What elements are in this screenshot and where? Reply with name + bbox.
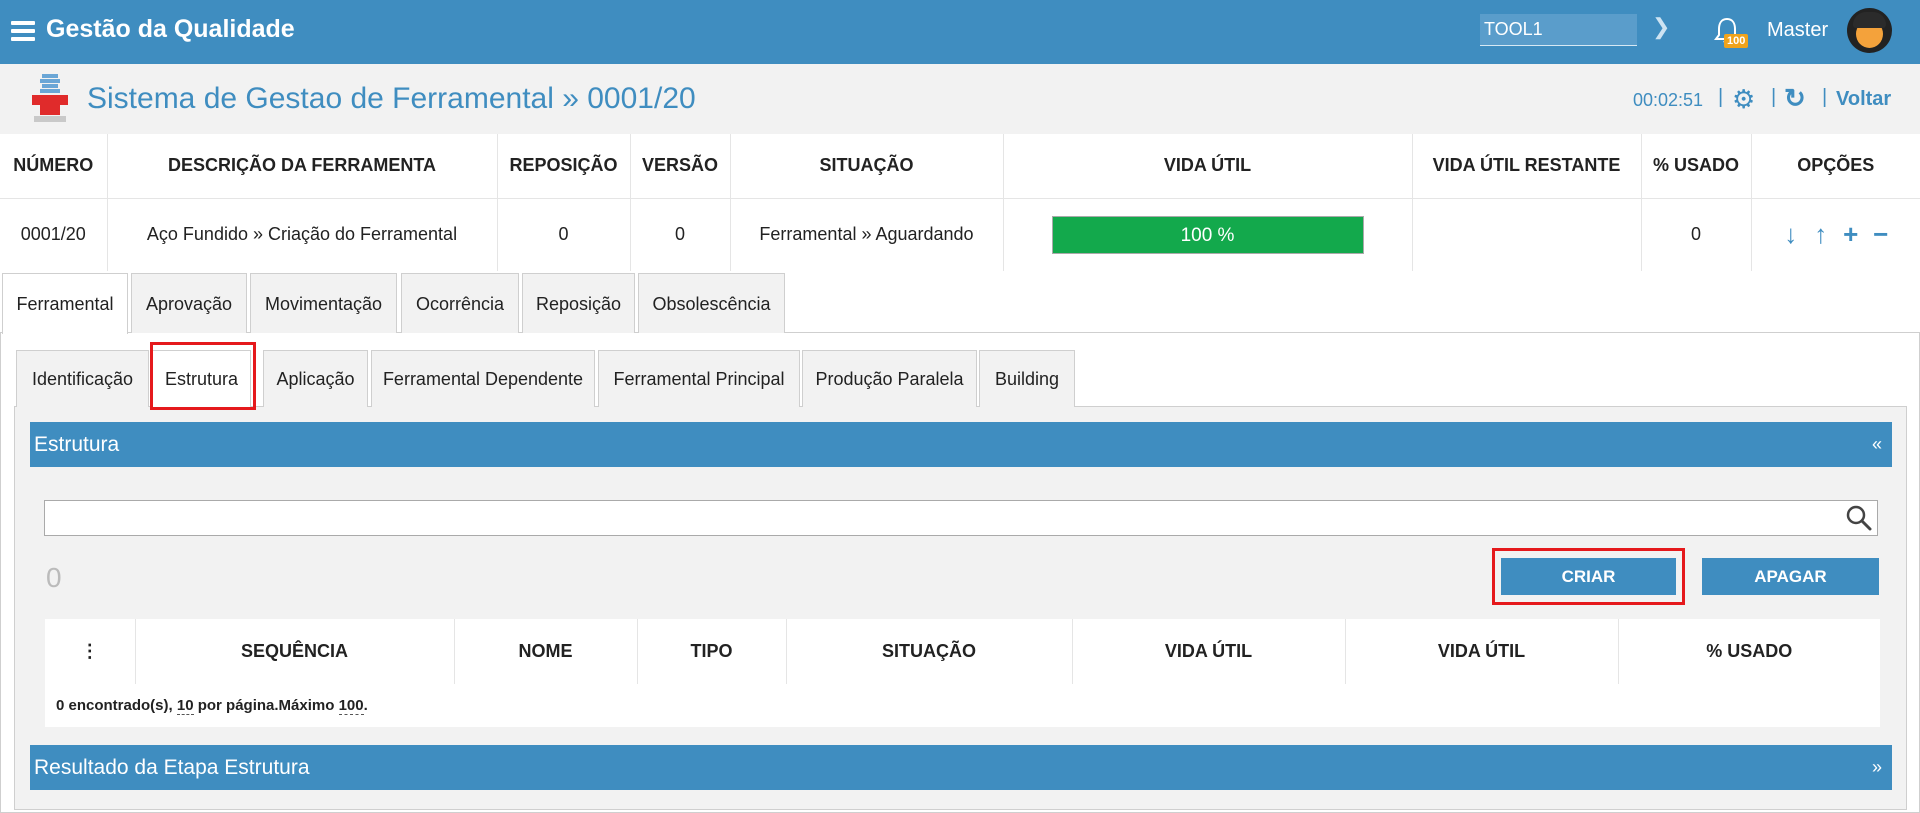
header-vida-util-2[interactable]: VIDA ÚTIL [1345,619,1619,685]
header-situacao[interactable]: SITUAÇÃO [786,619,1073,685]
max-selector[interactable]: 100 [338,697,364,715]
header-usado: % USADO [1641,134,1752,199]
table-row: 0001/20 Aço Fundido » Criação do Ferrame… [0,198,1920,271]
separator: | [1771,86,1777,108]
header-versao: VERSÃO [630,134,731,199]
header-nome[interactable]: NOME [454,619,638,685]
column-menu-icon[interactable]: ⋮ [45,619,136,685]
header-usado[interactable]: % USADO [1618,619,1880,685]
section-title: Resultado da Etapa Estrutura [34,756,310,779]
separator: | [1718,86,1724,108]
per-page-text: por página.Máximo [193,697,339,714]
header-sequencia[interactable]: SEQUÊNCIA [135,619,455,685]
header-opcoes: OPÇÕES [1751,134,1920,199]
app-title: Gestão da Qualidade [46,15,295,43]
tab-movimentacao[interactable]: Movimentação [250,273,397,333]
found-text: 0 encontrado(s), [56,697,177,714]
refresh-icon[interactable]: ↻ [1784,83,1806,114]
user-name[interactable]: Master [1767,19,1828,42]
session-timer: 00:02:51 [1633,90,1704,110]
page-title: Sistema de Gestao de Ferramental » 0001/… [87,82,696,115]
pagination-info: 0 encontrado(s), 10 por página.Máximo 10… [45,684,1880,727]
cell-usado: 0 [1641,198,1752,271]
hamburger-menu-icon[interactable] [11,21,35,41]
gear-icon[interactable]: ⚙ [1732,84,1755,115]
tool-selector-input[interactable]: TOOL1 [1480,14,1637,46]
search-icon[interactable] [1845,504,1873,532]
cell-vida-util-restante [1412,198,1642,271]
cell-situacao: Ferramental » Aguardando [730,198,1004,271]
header-reposicao: REPOSIÇÃO [497,134,631,199]
highlight-estrutura-tab [150,342,256,410]
top-bar: Gestão da Qualidade TOOL1 ❯ 100 Master [0,0,1920,64]
search-input[interactable] [44,500,1878,536]
header-tipo[interactable]: TIPO [637,619,787,685]
tab-building[interactable]: Building [979,350,1075,407]
cell-numero: 0001/20 [0,198,108,271]
notification-badge: 100 [1724,34,1749,48]
header-situacao: SITUAÇÃO [730,134,1004,199]
cell-reposicao: 0 [497,198,631,271]
minus-icon[interactable]: − [1866,219,1896,250]
cell-vida-util: 100 % [1003,198,1413,271]
record-count: 0 [46,562,62,593]
plus-icon[interactable]: + [1836,219,1866,250]
back-link[interactable]: Voltar [1836,88,1891,111]
header-vida-util[interactable]: VIDA ÚTIL [1072,619,1346,685]
delete-button[interactable]: APAGAR [1702,558,1879,595]
cell-opcoes: ↓ ↑ + − [1751,198,1920,271]
arrow-up-icon[interactable]: ↑ [1806,219,1836,250]
tool-summary-table: NÚMERO DESCRIÇÃO DA FERRAMENTA REPOSIÇÃO… [0,134,1920,271]
header-vida-util-restante: VIDA ÚTIL RESTANTE [1412,134,1642,199]
arrow-down-icon[interactable]: ↓ [1776,219,1806,250]
tab-identificacao[interactable]: Identificação [16,350,149,407]
highlight-create-button [1492,548,1685,605]
header-vida-util: VIDA ÚTIL [1003,134,1413,199]
cell-descricao: Aço Fundido » Criação do Ferramental [107,198,498,271]
chevron-right-icon[interactable]: ❯ [1652,14,1670,40]
vida-util-progress-bar: 100 % [1051,215,1364,254]
estrutura-grid: ⋮ SEQUÊNCIA NOME TIPO SITUAÇÃO VIDA ÚTIL… [45,619,1880,685]
tab-aprovacao[interactable]: Aprovação [131,273,247,333]
expand-icon[interactable]: » [1872,745,1882,790]
tab-obsolescencia[interactable]: Obsolescência [638,273,785,333]
resultado-section-header[interactable]: Resultado da Etapa Estrutura » [30,745,1892,790]
tab-producao-paralela[interactable]: Produção Paralela [802,350,977,407]
separator: | [1822,86,1828,108]
tab-aplicacao[interactable]: Aplicação [263,350,368,407]
estrutura-section-header[interactable]: Estrutura « [30,422,1892,467]
header-descricao: DESCRIÇÃO DA FERRAMENTA [107,134,498,199]
footer-end: . [363,697,368,714]
avatar[interactable] [1847,8,1892,53]
tab-ferramental[interactable]: Ferramental [2,273,128,334]
tab-ferramental-dependente[interactable]: Ferramental Dependente [371,350,595,407]
tab-ocorrencia[interactable]: Ocorrência [401,273,519,333]
collapse-icon[interactable]: « [1872,422,1882,467]
tab-ferramental-principal[interactable]: Ferramental Principal [598,350,800,407]
per-page-selector[interactable]: 10 [176,697,194,715]
header-numero: NÚMERO [0,134,108,199]
tab-reposicao[interactable]: Reposição [522,273,635,333]
tool-logo-icon [32,74,68,122]
cell-versao: 0 [630,198,731,271]
section-title: Estrutura [34,433,120,456]
